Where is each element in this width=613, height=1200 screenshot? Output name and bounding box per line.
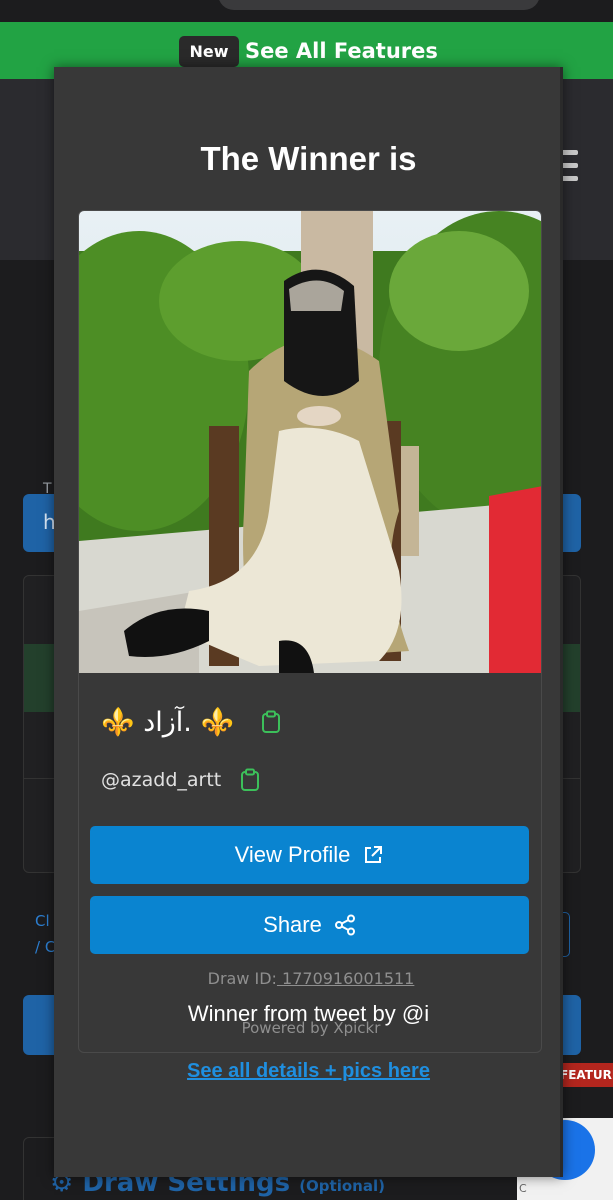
draw-settings-note: (Optional) [299, 1177, 385, 1195]
winner-from-text: Winner from tweet by @i [187, 1001, 430, 1026]
background-link[interactable]: Cl [35, 912, 50, 930]
copy-name-clipboard-icon[interactable] [260, 710, 282, 734]
draw-id: Draw ID: 1770916001511 [79, 969, 541, 988]
feature-tag: FEATURE [560, 1063, 613, 1087]
draw-id-value[interactable]: 1770916001511 [277, 969, 414, 988]
share-button[interactable]: Share [90, 896, 529, 954]
external-link-icon [365, 846, 383, 863]
see-all-features-link[interactable]: See All Features [245, 36, 438, 67]
tweet-url-label: T [43, 481, 52, 497]
share-icon [334, 914, 355, 936]
winner-display-name: ⚜️ آزاد. ⚜️ [101, 707, 235, 738]
winner-profile-photo [79, 211, 541, 673]
recaptcha-text: C [519, 1182, 527, 1195]
new-badge: New [179, 36, 239, 67]
modal-title: The Winner is [200, 140, 417, 177]
copy-handle-clipboard-icon[interactable] [239, 768, 261, 792]
winner-name-row: ⚜️ آزاد. ⚜️ [101, 706, 282, 738]
see-all-details-link[interactable]: See all details + pics here [54, 1060, 563, 1083]
winner-handle: @azadd_artt [101, 769, 222, 791]
share-label: Share [263, 912, 322, 937]
background-link-secondary[interactable]: / C [35, 938, 55, 956]
view-profile-button[interactable]: View Profile [90, 826, 529, 884]
view-profile-label: View Profile [234, 842, 351, 867]
draw-id-label: Draw ID: [207, 969, 277, 988]
top-search-bar[interactable] [218, 0, 540, 10]
winner-card: ⚜️ آزاد. ⚜️ @azadd_artt View Profile Sha… [78, 210, 542, 1053]
winner-handle-row: @azadd_artt [101, 768, 261, 792]
